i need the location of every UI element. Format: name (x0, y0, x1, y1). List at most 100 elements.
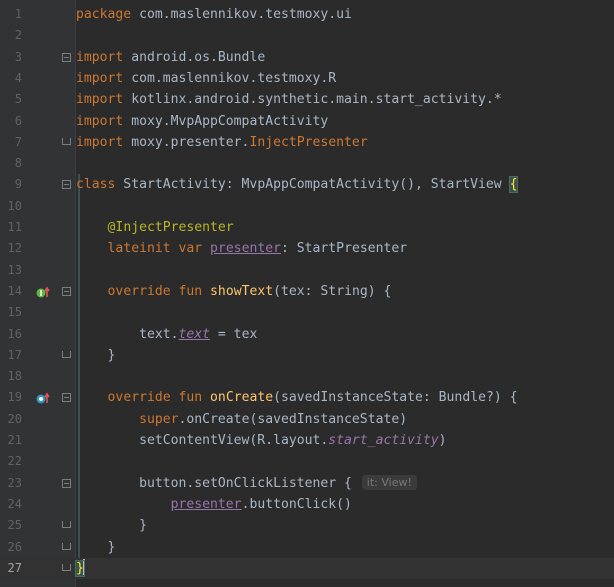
code-token[interactable]: import (76, 50, 123, 65)
code-line[interactable]: 6 import moxy.MvpAppCompatActivity (0, 111, 614, 132)
code-token[interactable]: start_activity (328, 433, 438, 448)
code-text[interactable]: package com.maslennikov.testmoxy.ui (76, 4, 352, 25)
code-token[interactable]: override fun (108, 284, 203, 299)
code-line[interactable]: 2 (0, 25, 614, 46)
code-token[interactable]: package (76, 7, 131, 22)
code-line[interactable]: 4 import com.maslennikov.testmoxy.R (0, 68, 614, 89)
code-token[interactable] (76, 284, 108, 299)
code-line[interactable]: 20 super.onCreate(savedInstanceState) (0, 409, 614, 430)
fold-end-icon[interactable] (62, 350, 71, 358)
code-token[interactable]: moxy.MvpAppCompatActivity (123, 114, 328, 129)
code-token[interactable]: super (139, 412, 178, 427)
code-line[interactable]: 23 button.setOnClickListener { it: View! (0, 473, 614, 494)
code-text[interactable]: setContentView(R.layout.start_activity) (76, 430, 447, 451)
code-line[interactable]: 12 lateinit var presenter: StartPresente… (0, 238, 614, 259)
code-token[interactable]: InjectPresenter (249, 135, 367, 150)
code-token[interactable]: @InjectPresenter (108, 220, 234, 235)
code-line[interactable]: 27} (0, 557, 614, 580)
fold-collapse-icon[interactable] (62, 180, 71, 190)
code-token[interactable]: import (76, 135, 123, 150)
code-token[interactable]: presenter (210, 241, 281, 256)
code-text[interactable]: presenter.buttonClick() (76, 494, 352, 515)
matched-brace[interactable]: { (508, 176, 519, 194)
code-line[interactable]: 15 (0, 302, 614, 323)
fold-end-icon[interactable] (62, 563, 71, 571)
fold-collapse-icon[interactable] (62, 478, 71, 488)
code-text[interactable]: @InjectPresenter (76, 217, 234, 238)
code-token[interactable]: onCreate (210, 390, 273, 405)
code-text[interactable]: button.setOnClickListener { it: View! (76, 473, 417, 494)
code-text[interactable]: class StartActivity: MvpAppCompatActivit… (76, 174, 519, 195)
code-text[interactable]: import android.os.Bundle (76, 47, 265, 68)
code-token[interactable]: StartActivity: MvpAppCompatActivity(), S… (115, 177, 509, 192)
code-line[interactable]: 21 setContentView(R.layout.start_activit… (0, 430, 614, 451)
code-line[interactable]: 16 text.text = tex (0, 324, 614, 345)
code-token[interactable] (76, 241, 108, 256)
code-token[interactable]: moxy.presenter. (123, 135, 249, 150)
code-line[interactable]: 22 (0, 451, 614, 472)
code-token[interactable]: kotlinx.android.synthetic.main.start_act… (123, 92, 502, 107)
code-line[interactable]: 24 presenter.buttonClick() (0, 494, 614, 515)
code-token[interactable]: com.maslennikov.testmoxy.R (123, 71, 336, 86)
code-token[interactable] (76, 220, 108, 235)
code-line[interactable]: 11 @InjectPresenter (0, 217, 614, 238)
code-text[interactable]: text.text = tex (76, 324, 257, 345)
code-token[interactable]: : StartPresenter (281, 241, 407, 256)
code-text[interactable]: import com.maslennikov.testmoxy.R (76, 68, 336, 89)
code-token[interactable]: class (76, 177, 115, 192)
fold-collapse-icon[interactable] (62, 393, 71, 403)
code-token[interactable]: import (76, 92, 123, 107)
code-token[interactable]: .onCreate(savedInstanceState) (179, 412, 408, 427)
code-line[interactable]: 7 import moxy.presenter.InjectPresenter (0, 132, 614, 153)
code-text[interactable]: } (76, 515, 147, 536)
code-token[interactable]: .buttonClick() (242, 497, 352, 512)
code-text[interactable]: lateinit var presenter: StartPresenter (76, 238, 408, 259)
code-token[interactable] (76, 412, 139, 427)
code-token[interactable]: ) (439, 433, 447, 448)
code-token[interactable]: setContentView(R.layout. (76, 433, 328, 448)
code-token[interactable]: showText (210, 284, 273, 299)
code-token[interactable]: android.os.Bundle (123, 50, 265, 65)
code-token[interactable]: button.setOnClickListener { (76, 476, 360, 491)
code-token[interactable]: com.maslennikov.testmoxy.ui (131, 7, 352, 22)
code-text[interactable]: } (75, 558, 85, 579)
code-line[interactable]: 3 import android.os.Bundle (0, 47, 614, 68)
code-token[interactable]: import (76, 71, 123, 86)
fold-end-icon[interactable] (62, 521, 71, 529)
fold-collapse-icon[interactable] (62, 286, 71, 296)
code-token[interactable]: lateinit var (108, 241, 203, 256)
code-token[interactable]: override fun (108, 390, 203, 405)
code-token[interactable]: presenter (171, 497, 242, 512)
code-token[interactable]: text (178, 327, 210, 342)
code-text[interactable]: } (76, 537, 116, 558)
code-line[interactable]: 17 } (0, 345, 614, 366)
code-line[interactable]: 18 (0, 366, 614, 387)
code-line[interactable]: 14 override fun showText(tex: String) { (0, 281, 614, 302)
code-token[interactable] (76, 390, 108, 405)
code-line[interactable]: 19 override fun onCreate(savedInstanceSt… (0, 387, 614, 408)
code-token[interactable]: (savedInstanceState: Bundle?) { (273, 390, 517, 405)
code-line[interactable]: 26 } (0, 537, 614, 558)
code-line[interactable]: 1 package com.maslennikov.testmoxy.ui (0, 4, 614, 25)
code-token[interactable] (202, 390, 210, 405)
code-token[interactable]: text. (76, 327, 178, 342)
implements-method-icon[interactable] (36, 284, 52, 298)
code-token[interactable]: = tex (210, 327, 257, 342)
fold-end-icon[interactable] (62, 137, 71, 145)
overrides-method-icon[interactable] (36, 390, 52, 404)
code-editor[interactable]: 1 package com.maslennikov.testmoxy.ui 2 3 im… (0, 0, 614, 587)
code-token[interactable]: } (76, 348, 116, 363)
fold-end-icon[interactable] (62, 542, 71, 550)
code-line[interactable]: 13 (0, 260, 614, 281)
code-token[interactable]: import (76, 114, 123, 129)
code-token[interactable] (202, 284, 210, 299)
code-text[interactable]: import kotlinx.android.synthetic.main.st… (76, 89, 502, 110)
code-token[interactable]: } (76, 540, 116, 555)
code-text[interactable]: import moxy.presenter.InjectPresenter (76, 132, 368, 153)
code-line[interactable]: 5 import kotlinx.android.synthetic.main.s… (0, 89, 614, 110)
code-token[interactable]: } (76, 518, 147, 533)
code-line[interactable]: 8 (0, 153, 614, 174)
code-line[interactable]: 25 } (0, 515, 614, 536)
code-text[interactable]: override fun onCreate(savedInstanceState… (76, 387, 518, 408)
code-line[interactable]: 9 class StartActivity: MvpAppCompatActivi… (0, 174, 614, 195)
